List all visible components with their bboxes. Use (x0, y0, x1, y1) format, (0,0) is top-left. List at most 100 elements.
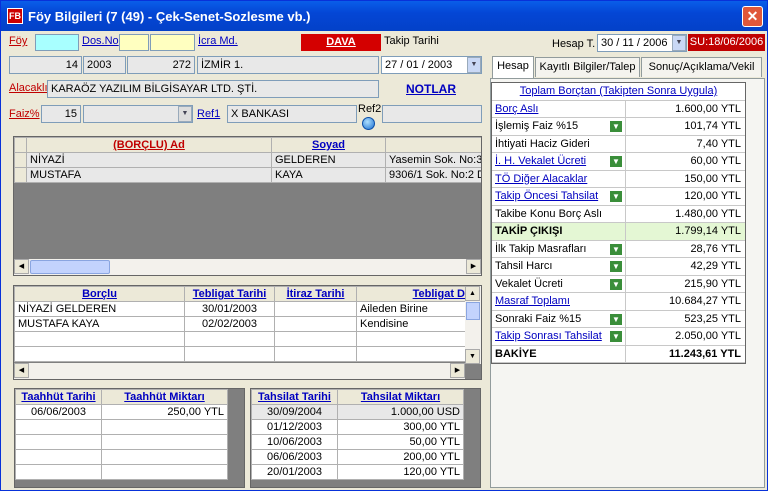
horizontal-scrollbar[interactable]: ◀ ▶ (14, 363, 465, 379)
faiz-label[interactable]: Faiz% (9, 108, 40, 120)
dos-no-field[interactable]: 272 (127, 56, 195, 74)
notlar-button[interactable]: NOTLAR (381, 80, 481, 98)
table-row[interactable]: 01/12/2003 300,00 YTL (251, 419, 464, 435)
dropdown-arrow-icon[interactable]: ▼ (609, 312, 623, 326)
column-header[interactable]: Borçlu (14, 286, 185, 302)
takip-tarihi-dropdown[interactable]: ▼ (467, 57, 481, 73)
tab-hesap[interactable]: Hesap (492, 56, 534, 78)
faiz-type-dropdown[interactable]: ▼ (178, 106, 192, 122)
dropdown-arrow-icon[interactable]: ▼ (609, 155, 623, 168)
hesap-row-label[interactable]: İ. H. Vekalet Ücreti (495, 155, 586, 167)
scroll-right-icon[interactable]: ▶ (466, 259, 481, 274)
column-header[interactable]: (BORÇLU) Ad (26, 137, 272, 153)
table-cell: GELDEREN (271, 152, 386, 168)
table-row[interactable]: 10/06/2003 50,00 YTL (251, 434, 464, 450)
column-header[interactable]: Tahsilat Tarihi (251, 389, 338, 405)
dropdown-arrow-icon[interactable]: ▼ (609, 260, 623, 273)
table-row[interactable]: 30/09/2004 1.000,00 USD (251, 404, 464, 420)
hesap-row[interactable]: Takip Öncesi Tahsilat ▼ 120,00 YTL (492, 188, 745, 206)
foy-field[interactable] (35, 34, 79, 51)
ref1-label[interactable]: Ref1 (197, 108, 220, 120)
ref1-field[interactable]: X BANKASI (227, 105, 357, 123)
hesap-row[interactable]: İşlemiş Faiz %15 ▼ 101,74 YTL (492, 118, 745, 136)
column-header[interactable]: Taahhüt Tarihi (15, 389, 102, 405)
column-header[interactable]: Soyad (271, 137, 386, 153)
column-header[interactable]: Ad (385, 137, 481, 153)
dropdown-arrow-icon[interactable]: ▼ (609, 190, 623, 203)
hesap-row[interactable]: Tahsil Harcı ▼ 42,29 YTL (492, 258, 745, 276)
table-cell: 30/09/2004 (251, 404, 338, 420)
column-header[interactable]: Tahsilat Miktarı (337, 389, 464, 405)
dosno-year-field[interactable] (119, 34, 149, 51)
hesap-row-label: İhtiyati Haciz Gideri (495, 137, 590, 150)
hesap-row[interactable]: Takibe Konu Borç Aslı 1.480,00 YTL (492, 205, 745, 223)
scroll-thumb[interactable] (466, 302, 480, 320)
hesap-row-label: İlk Takip Masrafları (495, 242, 587, 255)
hesap-row-label[interactable]: Masraf Toplamı (495, 295, 570, 307)
dropdown-arrow-icon[interactable]: ▼ (609, 242, 623, 256)
table-row[interactable]: 06/06/2003 200,00 YTL (251, 449, 464, 465)
dosno-field[interactable] (150, 34, 195, 51)
dosno-label[interactable]: Dos.No (82, 35, 119, 47)
scroll-right-icon[interactable]: ▶ (450, 363, 465, 378)
hesap-row-label: BAKİYE (495, 347, 537, 360)
table-row[interactable]: 06/06/2003 250,00 YTL (15, 404, 228, 420)
hesap-row-label[interactable]: TÖ Diğer Alacaklar (495, 173, 587, 185)
hesap-row[interactable]: İlk Takip Masrafları ▼ 28,76 YTL (492, 240, 745, 258)
hesap-row-value: 101,74 YTL (684, 120, 741, 132)
alacakli-label[interactable]: Alacaklı (9, 82, 48, 94)
scroll-left-icon[interactable]: ◀ (14, 363, 29, 378)
hesap-row[interactable]: Takip Sonrası Tahsilat ▼ 2.050,00 YTL (492, 328, 745, 346)
column-header[interactable]: Taahhüt Miktarı (101, 389, 228, 405)
hesap-row[interactable]: Sonraki Faiz %15 ▼ 523,25 YTL (492, 310, 745, 328)
hesap-row[interactable]: TAKİP ÇIKIŞI 1.799,14 YTL (492, 223, 745, 241)
dava-button[interactable]: DAVA (301, 34, 381, 51)
table-row[interactable]: MUSTAFA KAYA 9306/1 Sok. No:2 D (14, 167, 481, 183)
icra-label[interactable]: İcra Md. (198, 35, 238, 47)
hesap-row-label[interactable]: Takip Öncesi Tahsilat (495, 190, 598, 202)
column-header[interactable]: Tebligat D (356, 286, 469, 302)
column-header[interactable]: Tebligat Tarihi (184, 286, 275, 302)
hesap-row[interactable]: Borç Aslı 1.600,00 YTL (492, 100, 745, 118)
faiz-type-select[interactable] (83, 105, 193, 123)
column-header[interactable]: İtiraz Tarihi (274, 286, 357, 302)
year-field[interactable]: 2003 (83, 56, 126, 74)
vertical-scrollbar[interactable]: ▲ ▼ (465, 286, 481, 364)
hesap-row-label[interactable]: Borç Aslı (495, 103, 538, 115)
ref2-field[interactable] (382, 105, 482, 123)
foy-label[interactable]: Föy (9, 35, 27, 47)
row-selector[interactable] (14, 152, 27, 168)
scroll-left-icon[interactable]: ◀ (14, 259, 29, 274)
hesap-row[interactable]: İ. H. Vekalet Ücreti ▼ 60,00 YTL (492, 153, 745, 171)
alacakli-field[interactable]: KARAÖZ YAZILIM BİLGİSAYAR LTD. ŞTİ. (47, 80, 379, 98)
dropdown-arrow-icon[interactable]: ▼ (609, 120, 623, 133)
icra-md-field[interactable]: İZMİR 1. (197, 56, 379, 74)
table-row[interactable]: NİYAZİ GELDEREN Yasemin Sok. No:3 (14, 152, 481, 168)
table-cell: 120,00 YTL (337, 464, 464, 480)
hesap-row[interactable]: TÖ Diğer Alacaklar 150,00 YTL (492, 170, 745, 188)
hesap-header[interactable]: Toplam Borçtan (Takipten Sonra Uygula) (492, 83, 745, 101)
tab-kayitli-bilgiler[interactable]: Kayıtlı Bilgiler/Talep (535, 57, 640, 77)
dropdown-arrow-icon[interactable]: ▼ (609, 277, 623, 291)
scroll-down-icon[interactable]: ▼ (465, 349, 480, 364)
table-row[interactable]: 20/01/2003 120,00 YTL (251, 464, 464, 480)
scroll-thumb[interactable] (30, 260, 110, 274)
dropdown-arrow-icon[interactable]: ▼ (609, 330, 623, 343)
foy-no-field[interactable]: 14 (9, 56, 82, 74)
hesap-row[interactable]: Masraf Toplamı 10.684,27 YTL (492, 293, 745, 311)
scroll-up-icon[interactable]: ▲ (465, 286, 480, 301)
tab-sonuc-aciklama[interactable]: Sonuç/Açıklama/Vekil (641, 57, 762, 77)
table-row[interactable]: NİYAZİ GELDEREN 30/01/2003 Aileden Birin… (14, 301, 469, 317)
table-row[interactable]: MUSTAFA KAYA 02/02/2003 Kendisine (14, 316, 469, 332)
title-bar[interactable]: FB Föy Bilgileri (7 (49) - Çek-Senet-Soz… (1, 1, 767, 31)
hesap-row[interactable]: Vekalet Ücreti ▼ 215,90 YTL (492, 275, 745, 293)
hesap-row[interactable]: İhtiyati Haciz Gideri 7,40 YTL (492, 135, 745, 153)
ref2-info-icon[interactable] (362, 117, 375, 130)
hesap-t-dropdown[interactable]: ▼ (672, 35, 686, 51)
horizontal-scrollbar[interactable]: ◀ ▶ (14, 259, 481, 275)
close-button[interactable]: ✕ (742, 6, 763, 27)
row-selector[interactable] (14, 167, 27, 183)
hesap-row[interactable]: BAKİYE 11.243,61 YTL (492, 345, 745, 363)
faiz-field[interactable]: 15 (41, 105, 81, 123)
hesap-row-label[interactable]: Takip Sonrası Tahsilat (495, 330, 602, 342)
